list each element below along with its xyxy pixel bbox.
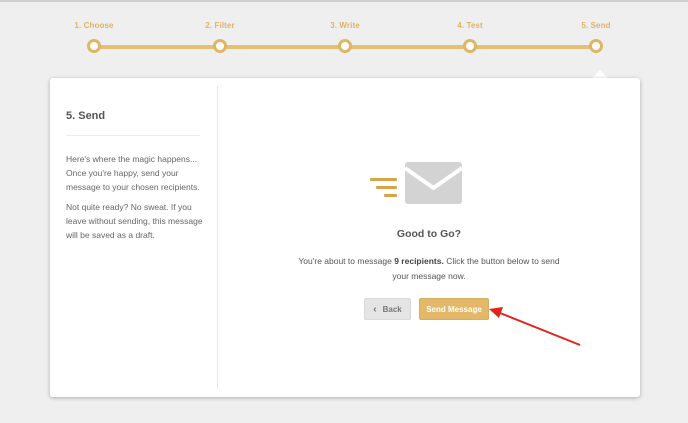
step-dot[interactable]	[338, 39, 352, 53]
sidebar-divider	[66, 135, 200, 136]
step-filter[interactable]: 2. Filter	[180, 20, 260, 53]
desc-text-pre: You're about to message	[298, 256, 395, 266]
step-label: 4. Test	[457, 21, 483, 30]
step-dot[interactable]	[589, 39, 603, 53]
step-label: 5. Send	[581, 21, 611, 30]
wizard-stepper: 1. Choose 2. Filter 3. Write 4. Test 5. …	[0, 0, 688, 70]
sidebar-intro-text: Here's where the magic happens... Once y…	[66, 154, 200, 192]
sidebar-title: 5. Send	[66, 110, 106, 122]
step-write[interactable]: 3. Write	[305, 20, 385, 53]
step-label: 3. Write	[330, 21, 360, 30]
back-button-label: Back	[382, 305, 402, 314]
step-label: 1. Choose	[74, 21, 114, 30]
step-send[interactable]: 5. Send	[556, 20, 636, 53]
confirm-description: You're about to message 9 recipients. Cl…	[298, 254, 560, 283]
back-button[interactable]: ‹ Back	[364, 298, 411, 320]
send-button-label: Send Message	[426, 305, 482, 314]
send-card: 5. Send Here's where the magic happens..…	[50, 78, 640, 397]
confirm-title: Good to Go?	[396, 228, 462, 240]
step-label: 2. Filter	[205, 21, 235, 30]
step-dot[interactable]	[213, 39, 227, 53]
recipient-count: 9 recipients.	[394, 256, 444, 266]
step-test[interactable]: 4. Test	[430, 20, 510, 53]
step-dot[interactable]	[87, 39, 101, 53]
envelope-icon	[370, 162, 464, 204]
send-message-button[interactable]: Send Message	[419, 298, 489, 320]
step-choose[interactable]: 1. Choose	[54, 20, 134, 53]
sidebar-draft-text: Not quite ready? No sweat. If you leave …	[66, 202, 203, 240]
chevron-left-icon: ‹	[373, 304, 377, 315]
step-dot[interactable]	[463, 39, 477, 53]
info-sidebar: 5. Send Here's where the magic happens..…	[50, 86, 218, 389]
